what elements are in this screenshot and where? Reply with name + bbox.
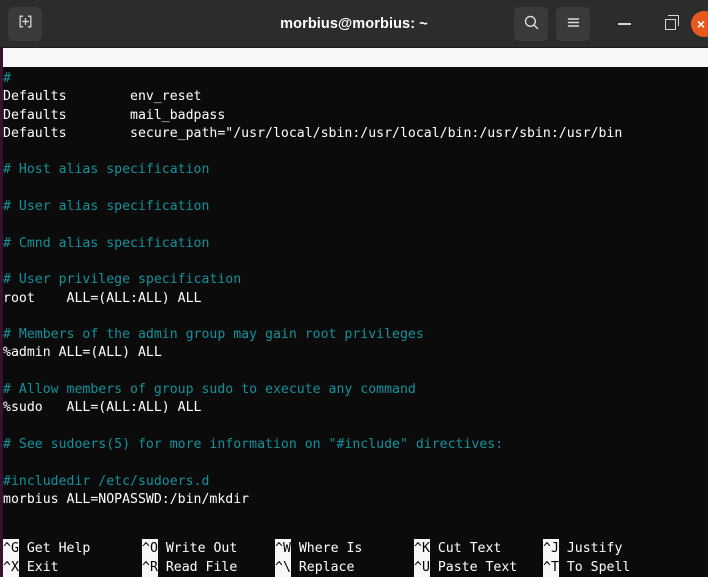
search-button[interactable] <box>514 7 548 41</box>
editor-line: Defaults env_reset <box>3 89 202 105</box>
shortcut-label: Replace <box>290 560 355 575</box>
editor-line-row: Defaults env_reset <box>3 88 708 106</box>
shortcut-key: ^G <box>3 539 19 558</box>
shortcut-label: To Spell <box>558 560 631 575</box>
shortcut-label: Exit <box>18 560 59 575</box>
new-tab-icon <box>17 13 34 34</box>
editor-line-row: # Allow members of group sudo to execute… <box>3 381 708 399</box>
editor-line-row: # <box>3 70 708 88</box>
editor-line: %admin ALL=(ALL) ALL <box>3 345 162 361</box>
editor-line: # Cmnd alias specification <box>3 235 210 251</box>
shortcut-key: ^R <box>142 558 158 577</box>
shortcut-item[interactable]: ^U Paste Text <box>414 558 517 577</box>
window-controls: × <box>514 0 708 48</box>
editor-line: #includedir /etc/sudoers.d <box>3 473 210 489</box>
minimize-button[interactable] <box>610 10 638 38</box>
editor-line-row <box>3 418 708 436</box>
shortcut-key: ^\ <box>275 558 291 577</box>
editor-line: morbius ALL=NOPASSWD:/bin/mkdir <box>3 491 250 507</box>
shortcut-item[interactable]: ^W Where Is <box>275 539 362 558</box>
terminal-body[interactable]: GNU nano 4.8 /etc/sudoers.tmp # Defaults … <box>0 48 708 577</box>
shortcut-item[interactable]: ^G Get Help <box>3 539 90 558</box>
editor-line: # <box>3 71 11 86</box>
editor-line: # Host alias specification <box>3 162 210 178</box>
minimize-icon <box>617 23 631 25</box>
editor-line-row <box>3 454 708 472</box>
shortcut-key: ^U <box>414 558 430 577</box>
editor-line-row <box>3 363 708 381</box>
editor-line: Defaults mail_badpass <box>3 107 226 123</box>
editor-line-row: %sudo ALL=(ALL:ALL) ALL <box>3 399 708 417</box>
shortcut-label: Cut Text <box>429 541 502 556</box>
editor-line-row: # User privilege specification <box>3 271 708 289</box>
hamburger-menu-icon <box>565 14 582 35</box>
terminal-window: morbius@morbius: ~ × # Defaults env_rese… <box>0 0 708 577</box>
editor-line: # See sudoers(5) for more information on… <box>3 436 504 452</box>
editor-line: # Members of the admin group may gain ro… <box>3 327 424 343</box>
editor-line-row: %admin ALL=(ALL) ALL <box>3 344 708 362</box>
shortcut-item[interactable]: ^R Read File <box>142 558 237 577</box>
editor-line-row: # Cmnd alias specification <box>3 235 708 253</box>
close-icon: × <box>696 16 706 32</box>
editor-line-row: # See sudoers(5) for more information on… <box>3 436 708 454</box>
shortcut-label: Where Is <box>290 541 363 556</box>
shortcut-label: Justify <box>558 541 623 556</box>
editor-line-row <box>3 180 708 198</box>
editor-line-row <box>3 143 708 161</box>
close-button[interactable]: × <box>691 11 708 37</box>
new-tab-button[interactable] <box>8 6 42 41</box>
shortcut-item[interactable]: ^K Cut Text <box>414 539 501 558</box>
title-bar: morbius@morbius: ~ × <box>0 0 708 48</box>
editor-line-row: root ALL=(ALL:ALL) ALL <box>3 290 708 308</box>
editor-line: # Allow members of group sudo to execute… <box>3 382 416 398</box>
editor-line-row <box>3 216 708 234</box>
shortcut-key: ^X <box>3 558 19 577</box>
editor-line-row: # Host alias specification <box>3 161 708 179</box>
shortcut-key: ^J <box>543 539 559 558</box>
editor-line-row: Defaults mail_badpass <box>3 107 708 125</box>
shortcut-key: ^O <box>142 539 158 558</box>
shortcut-label: Read File <box>157 560 238 575</box>
editor-line-row <box>3 308 708 326</box>
editor-line-row: # Members of the admin group may gain ro… <box>3 326 708 344</box>
editor-line: # User privilege specification <box>3 272 242 288</box>
shortcut-item[interactable]: ^O Write Out <box>142 539 237 558</box>
editor-content[interactable]: # Defaults env_reset Defaults mail_badpass… <box>3 67 708 509</box>
maximize-button[interactable] <box>656 10 684 38</box>
editor-line-row: Defaults secure_path="/usr/local/sbin:/u… <box>3 125 708 143</box>
shortcut-item[interactable]: ^J Justify <box>543 539 622 558</box>
editor-line-row <box>3 253 708 271</box>
shortcut-label: Write Out <box>157 541 238 556</box>
editor-line: # User alias specification <box>3 199 210 215</box>
shortcut-key: ^T <box>543 558 559 577</box>
shortcut-item[interactable]: ^\ Replace <box>275 558 354 577</box>
shortcut-key: ^K <box>414 539 430 558</box>
shortcut-item[interactable]: ^X Exit <box>3 558 59 577</box>
shortcut-label: Get Help <box>18 541 91 556</box>
editor-line-row: #includedir /etc/sudoers.d <box>3 473 708 491</box>
menu-button[interactable] <box>556 7 590 41</box>
nano-header-bar: GNU nano 4.8 /etc/sudoers.tmp <box>3 48 708 67</box>
nano-shortcut-bar: ^G Get Help ^O Write Out ^W Where Is ^K Cut… <box>3 539 708 577</box>
maximize-icon <box>664 15 679 30</box>
editor-line: %sudo ALL=(ALL:ALL) ALL <box>3 400 202 416</box>
editor-line: Defaults secure_path="/usr/local/sbin:/u… <box>3 125 623 141</box>
editor-line-row: morbius ALL=NOPASSWD:/bin/mkdir <box>3 491 708 509</box>
new-tab-button-wrap <box>8 6 42 41</box>
editor-line-row: # User alias specification <box>3 198 708 216</box>
shortcut-key: ^W <box>275 539 291 558</box>
shortcut-label: Paste Text <box>429 560 518 575</box>
editor-line: root ALL=(ALL:ALL) ALL <box>3 290 202 306</box>
shortcut-item[interactable]: ^T To Spell <box>543 558 630 577</box>
search-icon <box>523 14 540 35</box>
